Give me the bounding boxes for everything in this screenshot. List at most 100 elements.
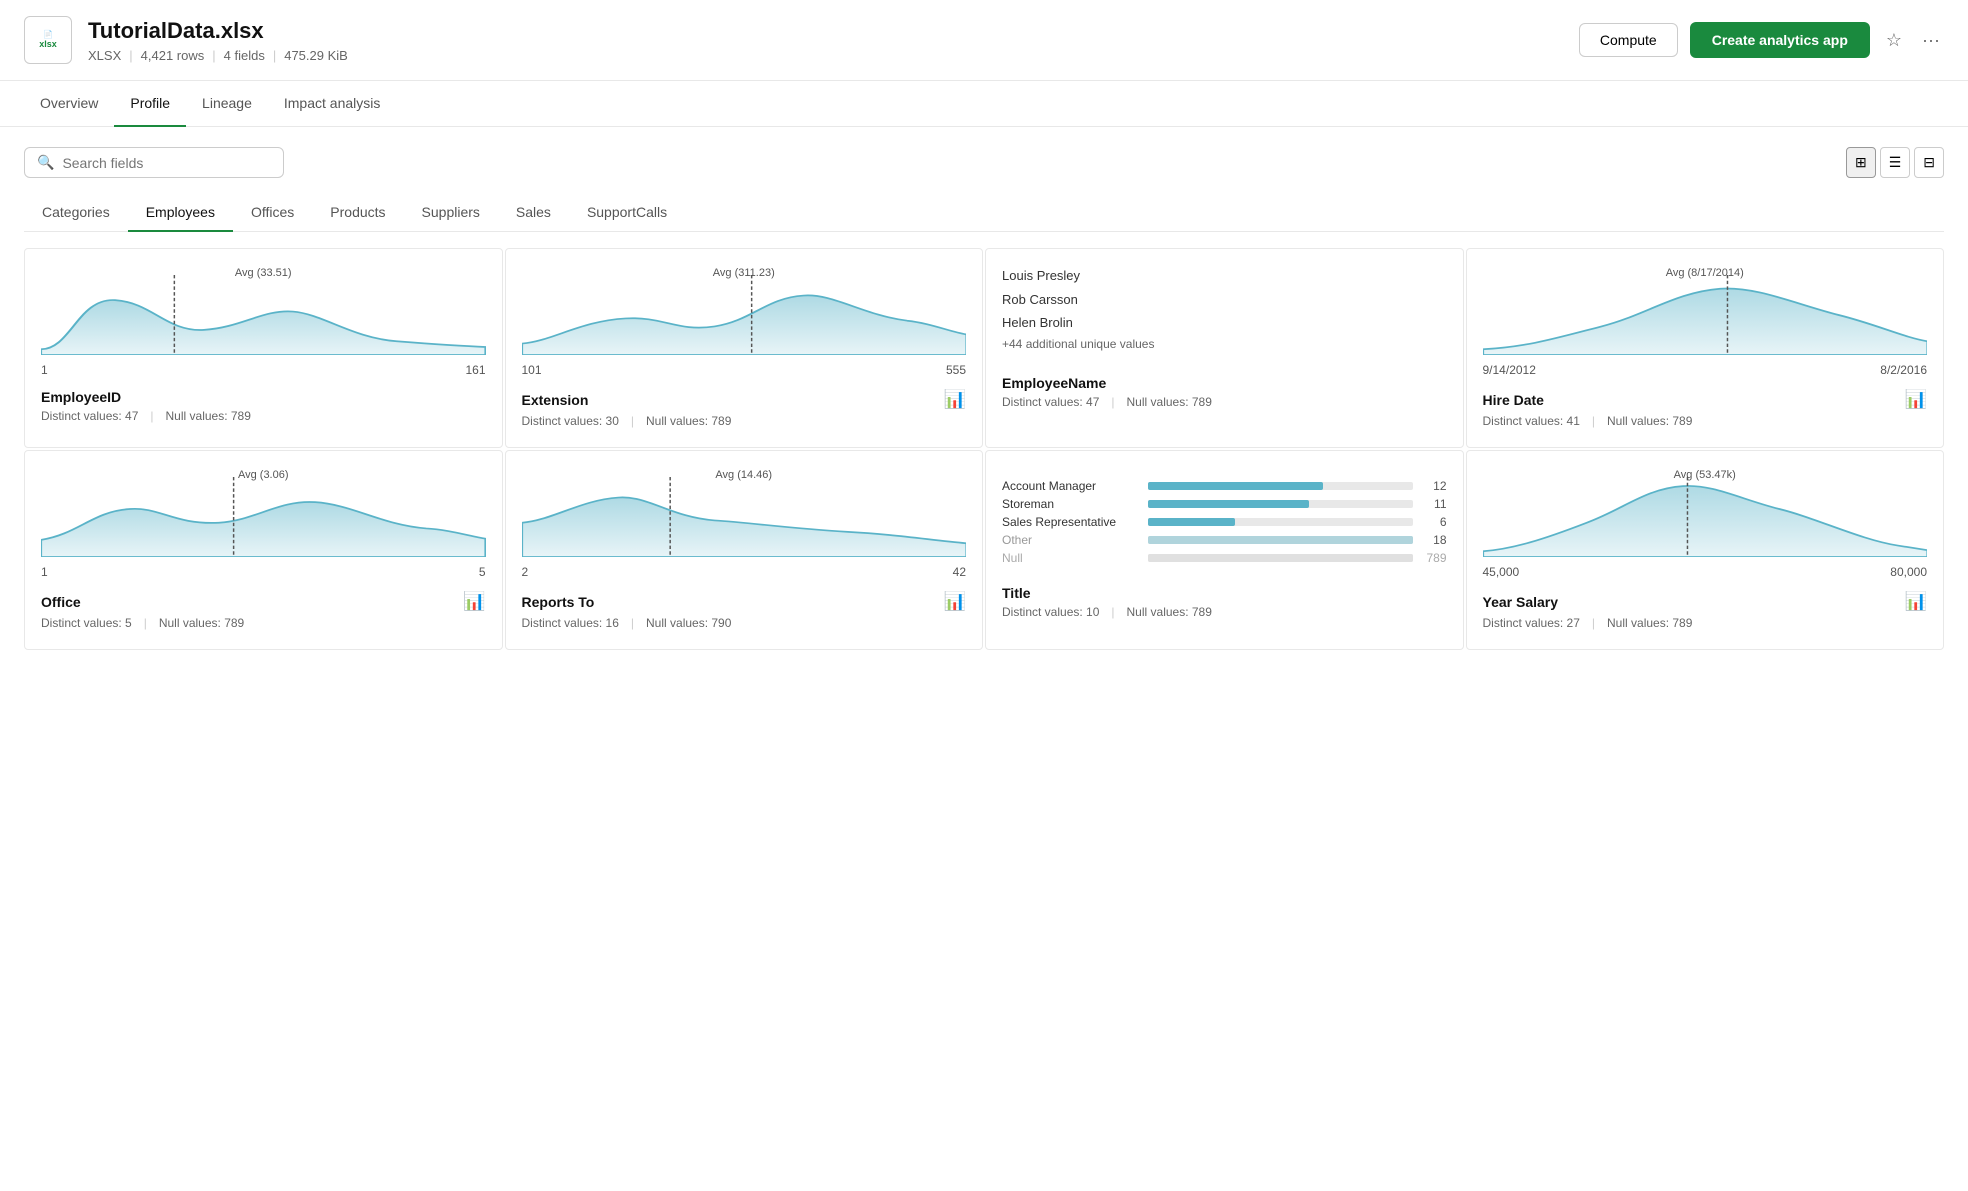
card-stats: Distinct values: 47 | Null values: 789: [1002, 395, 1447, 409]
more-options-button[interactable]: ···: [1918, 26, 1944, 55]
range-employee-id: 1 161: [41, 363, 486, 377]
range-max: 555: [946, 363, 966, 377]
additional-values: +44 additional unique values: [1002, 334, 1154, 356]
table-view-button[interactable]: ⊟: [1914, 147, 1944, 178]
bar-fill: [1148, 554, 1413, 562]
chart-year-salary: Avg (53.47k): [1483, 467, 1928, 557]
bar-value: 789: [1419, 551, 1447, 565]
cat-tab-supportcalls[interactable]: SupportCalls: [569, 194, 685, 232]
bar-track: [1148, 536, 1413, 544]
tab-profile[interactable]: Profile: [114, 81, 186, 127]
cat-tab-sales[interactable]: Sales: [498, 194, 569, 232]
distinct-values: Distinct values: 16: [522, 616, 619, 630]
distinct-values: Distinct values: 27: [1483, 616, 1580, 630]
wave-svg: [41, 275, 486, 355]
bar-label: Account Manager: [1002, 479, 1142, 493]
chart-hire-date: Avg (8/17/2014): [1483, 265, 1928, 355]
wave-svg: [522, 275, 967, 355]
null-values: Null values: 789: [166, 409, 251, 423]
cat-tab-categories[interactable]: Categories: [24, 194, 128, 232]
avg-label: Avg (8/17/2014): [1666, 267, 1744, 279]
cat-tab-products[interactable]: Products: [312, 194, 403, 232]
bar-fill: [1148, 500, 1309, 508]
field-name: EmployeeID: [41, 389, 121, 405]
footer-extension: Extension 📊 Distinct values: 30 | Null v…: [522, 389, 967, 428]
list-view-button[interactable]: ☰: [1880, 147, 1911, 178]
field-name: Extension: [522, 392, 589, 408]
file-icon-label: 📄 xlsx: [39, 30, 57, 50]
chart-extension: Avg (311.23): [522, 265, 967, 355]
card-title: Hire Date 📊: [1483, 389, 1928, 410]
create-analytics-button[interactable]: Create analytics app: [1690, 22, 1870, 58]
card-extension: Avg (311.23) 101 555: [505, 248, 984, 448]
avg-label: Avg (53.47k): [1674, 469, 1736, 481]
tab-overview[interactable]: Overview: [24, 81, 114, 127]
range-extension: 101 555: [522, 363, 967, 377]
grid-view-button[interactable]: ⊞: [1846, 147, 1876, 178]
card-stats: Distinct values: 27 | Null values: 789: [1483, 616, 1928, 630]
card-title: Reports To 📊: [522, 591, 967, 612]
avg-label: Avg (3.06): [238, 469, 289, 481]
chart-title: Account Manager 12 Storeman 11 Sales Rep…: [1002, 467, 1447, 577]
bookmark-button[interactable]: ☆: [1882, 26, 1906, 55]
bar-track: [1148, 518, 1413, 526]
bar-row-null: Null 789: [1002, 551, 1447, 565]
wave-svg: [522, 477, 967, 557]
footer-title: Title Distinct values: 10 | Null values:…: [1002, 585, 1447, 619]
range-min: 2: [522, 565, 529, 579]
range-max: 5: [479, 565, 486, 579]
bar-list: Account Manager 12 Storeman 11 Sales Rep…: [1002, 479, 1447, 565]
bar-label: Sales Representative: [1002, 515, 1142, 529]
search-input[interactable]: [62, 155, 271, 171]
cat-tab-suppliers[interactable]: Suppliers: [404, 194, 498, 232]
footer-employee-name: EmployeeName Distinct values: 47 | Null …: [1002, 375, 1447, 409]
view-toggle: ⊞ ☰ ⊟: [1846, 147, 1944, 178]
card-year-salary: Avg (53.47k) 45,000 80,000: [1466, 450, 1945, 650]
tab-impact-analysis[interactable]: Impact analysis: [268, 81, 396, 127]
search-box: 🔍: [24, 147, 284, 178]
footer-employee-id: EmployeeID Distinct values: 47 | Null va…: [41, 389, 486, 423]
card-reports-to: Avg (14.46) 2 42 Re: [505, 450, 984, 650]
file-rows: 4,421 rows: [141, 48, 205, 63]
avg-label: Avg (311.23): [713, 267, 775, 279]
file-size: 475.29 KiB: [284, 48, 348, 63]
name-item: Louis Presley: [1002, 264, 1154, 287]
bar-chart-icon: 📊: [1905, 591, 1927, 612]
card-employee-name: Louis Presley Rob Carsson Helen Brolin +…: [985, 248, 1464, 448]
footer-hire-date: Hire Date 📊 Distinct values: 41 | Null v…: [1483, 389, 1928, 428]
card-title-field: Account Manager 12 Storeman 11 Sales Rep…: [985, 450, 1464, 650]
cat-tab-employees[interactable]: Employees: [128, 194, 233, 232]
footer-office: Office 📊 Distinct values: 5 | Null value…: [41, 591, 486, 630]
compute-button[interactable]: Compute: [1579, 23, 1678, 57]
file-type: XLSX: [88, 48, 121, 63]
distinct-values: Distinct values: 41: [1483, 414, 1580, 428]
range-max: 8/2/2016: [1880, 363, 1927, 377]
name-list: Louis Presley Rob Carsson Helen Brolin +…: [1002, 264, 1154, 356]
bar-value: 6: [1419, 515, 1447, 529]
footer-year-salary: Year Salary 📊 Distinct values: 27 | Null…: [1483, 591, 1928, 630]
card-title: Title: [1002, 585, 1447, 601]
file-icon: 📄 xlsx: [24, 16, 72, 64]
avg-label: Avg (14.46): [715, 469, 772, 481]
card-stats: Distinct values: 30 | Null values: 789: [522, 414, 967, 428]
bar-chart-icon: 📊: [463, 591, 485, 612]
bar-value: 18: [1419, 533, 1447, 547]
card-title: Office 📊: [41, 591, 486, 612]
name-item: Helen Brolin: [1002, 311, 1154, 334]
distinct-values: Distinct values: 47: [41, 409, 138, 423]
range-max: 161: [465, 363, 485, 377]
card-title: Year Salary 📊: [1483, 591, 1928, 612]
card-stats: Distinct values: 16 | Null values: 790: [522, 616, 967, 630]
cat-tab-offices[interactable]: Offices: [233, 194, 312, 232]
file-info: TutorialData.xlsx XLSX | 4,421 rows | 4 …: [88, 18, 1579, 63]
null-values: Null values: 789: [1607, 616, 1692, 630]
bar-label: Storeman: [1002, 497, 1142, 511]
null-values: Null values: 789: [1127, 605, 1212, 619]
card-stats: Distinct values: 47 | Null values: 789: [41, 409, 486, 423]
range-min: 45,000: [1483, 565, 1520, 579]
tab-lineage[interactable]: Lineage: [186, 81, 268, 127]
bar-row-account-manager: Account Manager 12: [1002, 479, 1447, 493]
distinct-values: Distinct values: 10: [1002, 605, 1099, 619]
card-stats: Distinct values: 10 | Null values: 789: [1002, 605, 1447, 619]
range-min: 101: [522, 363, 542, 377]
